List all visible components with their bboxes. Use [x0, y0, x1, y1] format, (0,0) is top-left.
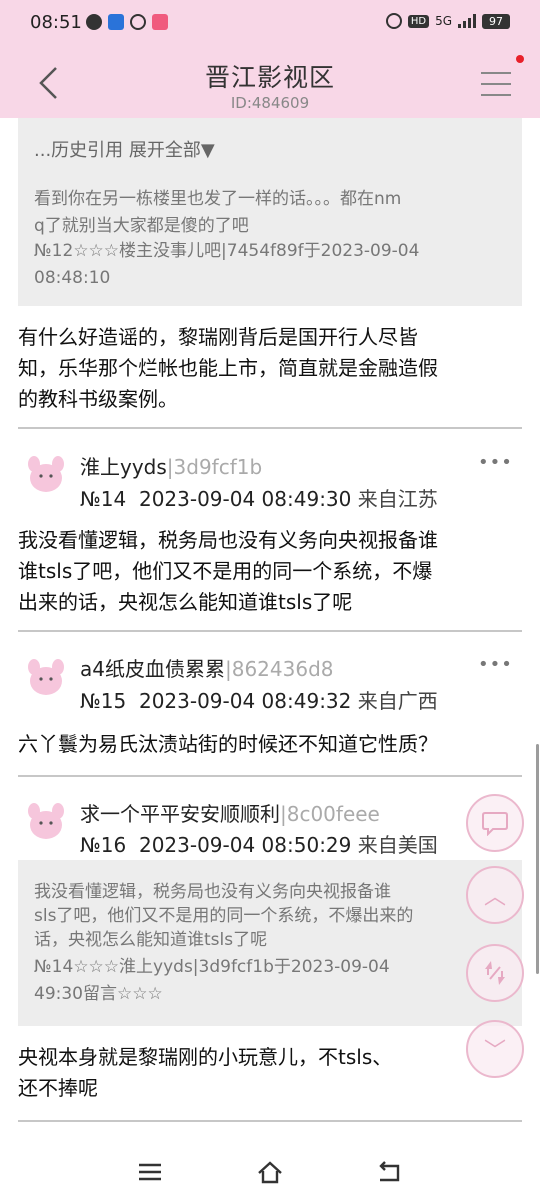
post-body: 央视本身就是黎瑞刚的小玩意儿，不tsls、 还不捧呢: [18, 1042, 528, 1104]
scroll-top-button[interactable]: ︿: [466, 866, 524, 924]
refresh-button[interactable]: [466, 944, 524, 1002]
user-hash: |8c00feee: [280, 802, 380, 826]
post-time: 2023-09-04 08:49:32: [138, 689, 352, 713]
quote-meta-line: 08:48:10: [34, 268, 111, 288]
post-body: 六丫鬟为易氏汰渍站街的时候还不知道它性质？: [18, 729, 528, 760]
signal-icon: [458, 14, 476, 28]
quote-line: 话，央视怎么能知道谁tsls了呢: [34, 930, 268, 950]
floor-number: №14: [80, 487, 127, 511]
scroll-bottom-button[interactable]: ﹀: [466, 1020, 524, 1078]
quote-block: ...历史引用 展开全部▼ 看到你在另一栋楼里也发了一样的话。。。都在nm q了…: [18, 118, 522, 306]
user-hash: |3d9fcf1b: [166, 455, 263, 479]
username-text[interactable]: 淮上yyds: [80, 455, 167, 479]
refresh-icon: [485, 961, 505, 985]
system-nav-bar: [0, 1140, 540, 1202]
username[interactable]: 求一个平平安安顺顺利|8c00feee: [80, 798, 380, 827]
post-body: 我没看懂逻辑，税务局也没有义务向央视报备谁 谁tsls了吧，他们又不是用的同一个…: [18, 525, 528, 618]
quote-block: 我没看懂逻辑，税务局也没有义务向央视报备谁 sls了吧，他们又不是用的同一个系统…: [18, 860, 522, 1026]
avatar[interactable]: [24, 452, 68, 496]
notification-icons: [86, 14, 168, 30]
quote-meta-line: 49:30留言☆☆☆: [34, 984, 163, 1004]
quote-text: 我没看懂逻辑，税务局也没有义务向央视报备谁 sls了吧，他们又不是用的同一个系统…: [34, 880, 504, 952]
quote-line: 我没看懂逻辑，税务局也没有义务向央视报备谁: [34, 882, 391, 902]
post-line: 知，乐华那个烂帐也能上市，简直就是金融造假: [18, 356, 438, 380]
quote-line: q了就别当大家都是傻的了吧: [34, 216, 249, 236]
alarm-icon: [385, 13, 402, 29]
quote-text: 看到你在另一栋楼里也发了一样的话。。。都在nm q了就别当大家都是傻的了吧: [34, 186, 510, 240]
expand-history-link[interactable]: ...历史引用 展开全部▼: [34, 136, 215, 162]
reply-button[interactable]: [466, 794, 524, 852]
floor-number: №16: [80, 833, 127, 857]
arrow-down-icon: ﹀: [483, 1039, 506, 1064]
post-body: 有什么好造谣的，黎瑞刚背后是国开行人尽皆 知，乐华那个烂帐也能上市，简直就是金融…: [18, 322, 528, 415]
post-divider: [18, 630, 522, 632]
post-line: 还不捧呢: [18, 1076, 98, 1100]
post-line: 出来的话，央视怎么能知道谁tsls了呢: [18, 590, 353, 614]
post-divider: [18, 427, 522, 429]
post-line: 央视本身就是黎瑞刚的小玩意儿，不tsls、: [18, 1045, 393, 1069]
hd-icon: HD: [407, 14, 430, 28]
app-notification-icon: [108, 14, 124, 30]
status-time: 08:51: [30, 12, 82, 33]
menu-icon[interactable]: [481, 72, 511, 98]
status-right: HD 5G 97: [385, 13, 510, 29]
username-text[interactable]: 求一个平平安安顺顺利: [80, 802, 280, 826]
post-line: 我没看懂逻辑，税务局也没有义务向央视报备谁: [18, 528, 438, 552]
more-options-icon[interactable]: •••: [478, 654, 513, 675]
avatar[interactable]: [24, 655, 68, 699]
top-bar: 08:51 HD 5G 97 晋江影视区 ID:484609: [0, 0, 540, 118]
link-notification-icon: [130, 14, 146, 30]
home-icon[interactable]: [256, 1158, 284, 1186]
arrow-up-icon: ︿: [483, 885, 506, 910]
quote-meta: №12☆☆☆楼主没事儿吧|7454f89f于2023-09-04 08:48:1…: [34, 238, 514, 292]
menu-nav-icon[interactable]: [136, 1158, 164, 1186]
username[interactable]: 淮上yyds|3d9fcf1b: [80, 451, 262, 480]
post-divider: [18, 1120, 522, 1122]
quote-line: 看到你在另一栋楼里也发了一样的话。。。都在nm: [34, 189, 402, 209]
scrollbar[interactable]: [536, 744, 539, 974]
unread-dot: [516, 55, 524, 63]
post-line: 六丫鬟为易氏汰渍站街的时候还不知道它性质？: [18, 732, 438, 756]
quote-meta: №14☆☆☆淮上yyds|3d9fcf1b于2023-09-04 49:30留言…: [34, 954, 504, 1008]
post-location: 来自美国: [357, 833, 438, 857]
chat-notification-icon: [86, 14, 102, 30]
floor-number: №15: [80, 689, 127, 713]
quote-line: sls了吧，他们又不是用的同一个系统，不爆出来的: [34, 906, 414, 926]
post-location: 来自江苏: [357, 487, 438, 511]
post-line: 的教科书级案例。: [18, 387, 178, 411]
board-id: ID:484609: [230, 94, 310, 112]
network-label: 5G: [435, 14, 452, 28]
back-nav-icon[interactable]: [376, 1158, 404, 1186]
comment-icon: [482, 812, 508, 836]
post-divider: [18, 775, 522, 777]
post-location: 来自广西: [357, 689, 438, 713]
post-line: 有什么好造谣的，黎瑞刚背后是国开行人尽皆: [18, 325, 418, 349]
username[interactable]: a4纸皮血债累累|862436d8: [80, 653, 334, 682]
status-bar: 08:51 HD 5G 97: [0, 0, 540, 46]
post-time: 2023-09-04 08:50:29: [138, 833, 352, 857]
battery-icon: 97: [482, 13, 510, 29]
user-hash: |862436d8: [224, 657, 334, 681]
page-title: 晋江影视区: [204, 63, 335, 92]
sale-notification-icon: [152, 14, 168, 30]
username-text[interactable]: a4纸皮血债累累: [80, 657, 225, 681]
post-meta: №14 2023-09-04 08:49:30 来自江苏: [80, 483, 438, 512]
avatar[interactable]: [24, 799, 68, 843]
quote-meta-line: №12☆☆☆楼主没事儿吧|7454f89f于2023-09-04: [34, 241, 420, 261]
quote-meta-line: №14☆☆☆淮上yyds|3d9fcf1b于2023-09-04: [34, 957, 390, 977]
post-line: 谁tsls了吧，他们又不是用的同一个系统，不爆: [18, 559, 433, 583]
post-meta: №16 2023-09-04 08:50:29 来自美国: [80, 829, 438, 858]
post-meta: №15 2023-09-04 08:49:32 来自广西: [80, 685, 438, 714]
more-options-icon[interactable]: •••: [478, 452, 513, 473]
post-time: 2023-09-04 08:49:30: [138, 487, 352, 511]
